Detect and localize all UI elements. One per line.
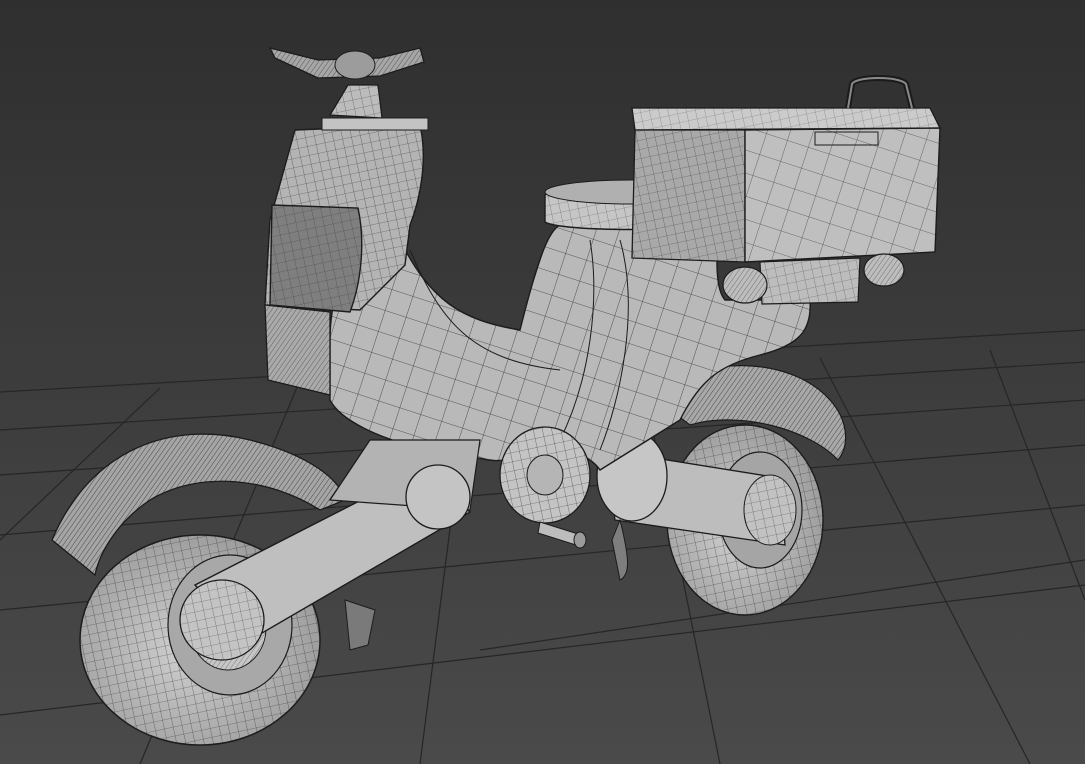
headlight-panel[interactable] — [269, 204, 363, 313]
engine-hub[interactable] — [499, 426, 591, 524]
3d-viewport[interactable] — [0, 0, 1085, 764]
